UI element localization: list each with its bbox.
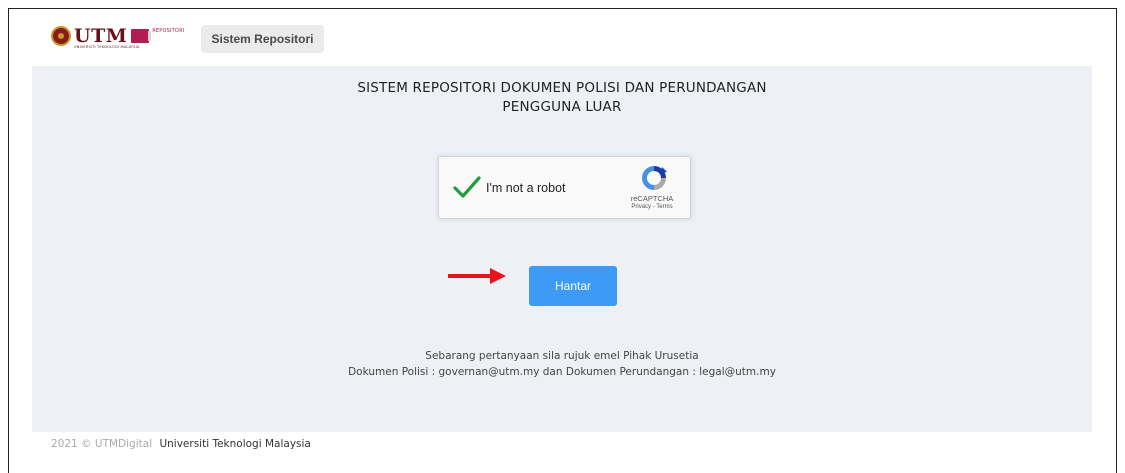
red-arrow-icon xyxy=(448,268,506,284)
logo-subtext: UNIVERSITI TEKNOLOGI MALAYSIA xyxy=(74,45,140,49)
contact-line2: Dokumen Polisi : governan@utm.my dan Dok… xyxy=(348,366,776,378)
recaptcha-logo-icon xyxy=(642,166,667,190)
utm-seal-icon xyxy=(51,26,71,46)
logo-text: UTM xyxy=(74,25,128,47)
recaptcha-brand: reCAPTCHA xyxy=(630,194,674,203)
footer-copyright: 2021 © UTMDigital xyxy=(51,438,153,450)
utm-logo[interactable]: UTM UNIVERSITI TEKNOLOGI MALAYSIA REPOSI… xyxy=(51,25,185,49)
repository-book-icon xyxy=(131,29,152,43)
recaptcha-widget[interactable]: I'm not a robot reCAPTCHA Privacy - Term… xyxy=(438,156,691,219)
hantar-submit-button[interactable]: Hantar xyxy=(529,266,617,306)
page-frame: UTM UNIVERSITI TEKNOLOGI MALAYSIA REPOSI… xyxy=(8,8,1117,473)
logo-repo-text: REPOSITORI xyxy=(152,28,185,34)
contact-info: Sebarang pertanyaan sila rujuk emel Piha… xyxy=(32,348,1092,380)
main-panel: SISTEM REPOSITORI DOKUMEN POLISI DAN PER… xyxy=(32,66,1092,432)
recaptcha-label: I'm not a robot xyxy=(486,181,566,195)
recaptcha-privacy-terms-link[interactable]: Privacy - Terms xyxy=(617,204,687,210)
contact-line1: Sebarang pertanyaan sila rujuk emel Piha… xyxy=(425,350,699,362)
footer-organization: Universiti Teknologi Malaysia xyxy=(159,438,311,450)
page-title: SISTEM REPOSITORI DOKUMEN POLISI DAN PER… xyxy=(32,79,1092,117)
sistem-repositori-button[interactable]: Sistem Repositori xyxy=(201,25,324,53)
page-title-line2: PENGGUNA LUAR xyxy=(502,99,622,115)
checkmark-icon[interactable] xyxy=(453,175,481,199)
page-title-line1: SISTEM REPOSITORI DOKUMEN POLISI DAN PER… xyxy=(357,80,767,96)
header: UTM UNIVERSITI TEKNOLOGI MALAYSIA REPOSI… xyxy=(9,9,1116,65)
footer: 2021 © UTMDigital Universiti Teknologi M… xyxy=(51,438,311,450)
